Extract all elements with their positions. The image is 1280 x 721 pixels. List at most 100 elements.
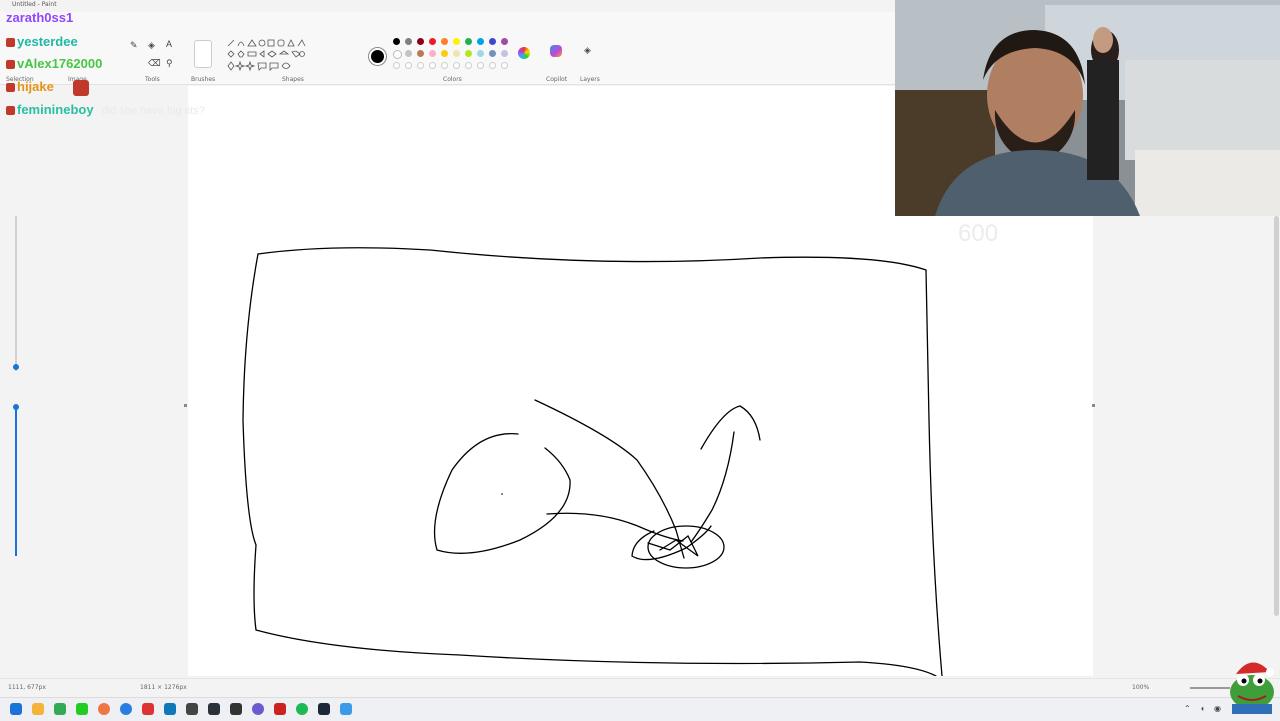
custom-color-slot[interactable]: [429, 62, 436, 69]
app-icon[interactable]: [164, 703, 176, 715]
color-swatch[interactable]: [405, 38, 412, 45]
color-swatch[interactable]: [393, 38, 400, 45]
color-swatch[interactable]: [465, 50, 472, 57]
chat-username: feminineboy: [17, 102, 94, 117]
chat-message: hijake: [6, 79, 90, 96]
text-icon[interactable]: A: [166, 39, 172, 49]
start-icon[interactable]: [10, 703, 22, 715]
slider-track: [15, 216, 17, 371]
color-swatch[interactable]: [477, 38, 484, 45]
canvas-resize-handle-left[interactable]: [184, 404, 187, 407]
ribbon-label-shapes: Shapes: [282, 76, 304, 83]
discord-icon[interactable]: [252, 703, 264, 715]
vertical-scrollbar[interactable]: [1274, 216, 1279, 616]
spotify-icon[interactable]: [296, 703, 308, 715]
color-swatch[interactable]: [489, 38, 496, 45]
copilot-icon[interactable]: [550, 45, 562, 57]
eraser-icon[interactable]: ⌫: [148, 58, 161, 69]
color-swatch[interactable]: [441, 50, 448, 57]
chat-text: did she have big tits?: [101, 105, 205, 117]
color-swatch[interactable]: [501, 38, 508, 45]
badge-icon: [6, 60, 15, 70]
custom-color-slot[interactable]: [465, 62, 472, 69]
shapes-gallery[interactable]: [226, 38, 306, 78]
paint-icon[interactable]: [340, 703, 352, 715]
brush-size-slider[interactable]: [13, 208, 19, 558]
color-swatch[interactable]: [405, 50, 412, 57]
frog-mascot-image: [1230, 662, 1274, 714]
steam-icon[interactable]: [318, 703, 330, 715]
cursor-position: 1111, 677px: [8, 684, 46, 691]
custom-color-slot[interactable]: [453, 62, 460, 69]
chat-username: vAlex1762000: [17, 56, 103, 71]
zoom-slider[interactable]: [1190, 687, 1230, 689]
canvas-size: 1811 × 1276px: [140, 684, 187, 691]
slider-knob[interactable]: [13, 364, 19, 370]
speaker-icon[interactable]: ◖: [1200, 704, 1205, 713]
opacity-track: [15, 406, 17, 556]
custom-color-slot[interactable]: [417, 62, 424, 69]
webcam-feed: [895, 0, 1280, 216]
color-swatch[interactable]: [417, 38, 424, 45]
custom-color-slot[interactable]: [405, 62, 412, 69]
color-swatch[interactable]: [429, 50, 436, 57]
ribbon-label-brushes: Brushes: [191, 76, 216, 83]
custom-color-slot[interactable]: [441, 62, 448, 69]
app-icon[interactable]: [274, 703, 286, 715]
title-bar: Untitled - Paint: [0, 0, 895, 12]
opacity-knob[interactable]: [13, 404, 19, 410]
chat-username: yesterdee: [17, 34, 78, 49]
zoom-level[interactable]: 100%: [1132, 684, 1149, 691]
custom-color-slot[interactable]: [477, 62, 484, 69]
file-explorer-icon[interactable]: [32, 703, 44, 715]
badge-icon: [6, 83, 15, 93]
status-bar: 1111, 677px 1811 × 1276px 100%: [0, 678, 1280, 697]
brushes-button[interactable]: [194, 40, 212, 68]
pencil-icon[interactable]: ✎: [130, 40, 138, 51]
color-swatch[interactable]: [453, 38, 460, 45]
color-swatch[interactable]: [501, 50, 508, 57]
emote-icon: [73, 79, 90, 96]
color-picker-icon[interactable]: [518, 47, 530, 59]
ribbon-toolbar: ✎ ◈ A ⌫ ⚲ ◈: [0, 12, 895, 85]
app-icon[interactable]: [186, 703, 198, 715]
layers-icon[interactable]: ◈: [584, 45, 591, 56]
chat-message: vAlex1762000: [6, 56, 102, 71]
chat-message: feminineboy did she have big tits?: [6, 102, 205, 117]
stream-overlay-counter: 600: [958, 220, 999, 247]
chat-username: hijake: [17, 79, 54, 94]
app-icon[interactable]: [208, 703, 220, 715]
chrome-icon[interactable]: [98, 703, 110, 715]
color-swatch[interactable]: [441, 38, 448, 45]
app-icon[interactable]: [76, 703, 88, 715]
chat-username: zarath0ss1: [6, 10, 74, 25]
canvas-resize-handle-right[interactable]: [1092, 404, 1095, 407]
app-icon[interactable]: [142, 703, 154, 715]
color-swatch[interactable]: [393, 50, 402, 59]
app-icon[interactable]: [54, 703, 66, 715]
color-swatch[interactable]: [417, 50, 424, 57]
custom-color-slot[interactable]: [393, 62, 400, 69]
primary-color-swatch[interactable]: [371, 50, 384, 63]
app-icon[interactable]: [120, 703, 132, 715]
magnifier-icon[interactable]: ⚲: [166, 58, 173, 69]
badge-icon: [6, 106, 15, 116]
window-title: Untitled - Paint: [12, 1, 57, 8]
webcam-image: [895, 0, 1280, 216]
chevron-up-icon[interactable]: ⌃: [1184, 704, 1191, 713]
custom-color-slot[interactable]: [501, 62, 508, 69]
color-swatch[interactable]: [429, 38, 436, 45]
color-swatch[interactable]: [477, 50, 484, 57]
network-icon[interactable]: ◉: [1214, 704, 1221, 713]
chat-message: zarath0ss1: [6, 10, 73, 25]
ribbon-label-copilot: Copilot: [546, 76, 568, 83]
custom-color-slot[interactable]: [489, 62, 496, 69]
chat-message: yesterdee: [6, 34, 78, 49]
fill-icon[interactable]: ◈: [148, 40, 155, 51]
color-swatch[interactable]: [453, 50, 460, 57]
color-swatch[interactable]: [489, 50, 496, 57]
ribbon-label-tools: Tools: [145, 76, 160, 83]
ribbon-label-layers: Layers: [580, 76, 600, 83]
color-swatch[interactable]: [465, 38, 472, 45]
app-icon[interactable]: [230, 703, 242, 715]
